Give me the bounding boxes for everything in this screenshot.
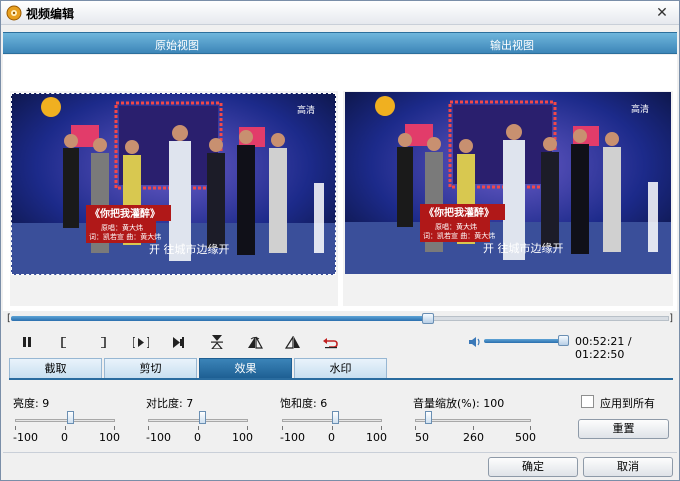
- caption-song: 《你把我灌醉》: [90, 207, 160, 220]
- volume-scale-handle[interactable]: [424, 411, 432, 424]
- flip-horizontal-icon[interactable]: [245, 333, 265, 351]
- playback-controls: 00:52:21 / 01:22:50: [1, 331, 679, 361]
- brightness-mid: 0: [61, 431, 68, 444]
- caption-lyric: 开 往城市边缘开: [483, 241, 564, 255]
- rotate-icon[interactable]: [283, 333, 303, 351]
- footer-divider: [3, 452, 677, 453]
- caption-credits-2: 词：凯若宣 曲：黄大炜: [423, 231, 495, 240]
- brightness-tick-mid: [65, 426, 66, 430]
- next-frame-icon[interactable]: [131, 333, 151, 351]
- seek-bar[interactable]: [ ]: [7, 313, 673, 327]
- brightness-track[interactable]: [15, 419, 115, 422]
- caption-lyric: 开 往城市边缘开: [149, 242, 230, 256]
- saturation-max: 100: [366, 431, 387, 444]
- video-edit-dialog: 视频编辑 ✕ 原始视图 输出视图 《你把我灌醉》 原唱：黄大炜 词：凯若宣 曲：…: [0, 0, 680, 481]
- contrast-mid: 0: [194, 431, 201, 444]
- output-view-title: 输出视图: [490, 39, 534, 52]
- saturation-slider[interactable]: 饱和度: 6 -100 0 100: [280, 395, 400, 445]
- channel-badge: 高清: [297, 104, 315, 116]
- edit-tabs: 截取 剪切 效果 水印: [9, 358, 673, 379]
- contrast-tick-mid: [198, 426, 199, 430]
- original-video-frame[interactable]: 《你把我灌醉》 原唱：黄大炜 词：凯若宣 曲：黄大炜 开 往城市边缘开 高清: [11, 93, 336, 275]
- volume-slider-handle[interactable]: [557, 335, 569, 346]
- volume-slider-track[interactable]: [484, 339, 568, 343]
- volume-scale-slider[interactable]: 音量缩放(%): 100 50 260 500: [413, 395, 538, 445]
- cancel-button[interactable]: 取消: [583, 457, 673, 477]
- tab-2[interactable]: 效果: [199, 358, 292, 379]
- volume-scale-max: 500: [515, 431, 536, 444]
- skip-end-icon[interactable]: [169, 333, 189, 351]
- volume-scale-label: 音量缩放(%): 100: [413, 397, 505, 410]
- title-bar[interactable]: 视频编辑 ✕: [1, 1, 679, 25]
- apply-to-all-box[interactable]: [581, 395, 594, 408]
- original-video-scene: 《你把我灌醉》 原唱：黄大炜 词：凯若宣 曲：黄大炜 开 往城市边缘开 高清: [11, 93, 336, 275]
- contrast-max: 100: [232, 431, 253, 444]
- volume-scale-tick-mid: [473, 426, 474, 430]
- effects-panel: 亮度: 9 -100 0 100 对比度: 7 -100 0 100 饱和度: …: [3, 381, 677, 451]
- tab-underline: [9, 378, 673, 380]
- caption-credits-2: 词：凯若宣 曲：黄大炜: [89, 232, 161, 241]
- mark-in-icon[interactable]: [54, 333, 74, 351]
- volume-scale-mid: 260: [463, 431, 484, 444]
- window-title: 视频编辑: [26, 7, 75, 21]
- contrast-label: 对比度: 7: [146, 397, 194, 410]
- brightness-handle[interactable]: [66, 411, 74, 424]
- view-header-bar: 原始视图 输出视图: [3, 32, 677, 54]
- caption-credits-1: 原唱：黄大炜: [101, 223, 143, 232]
- undo-icon[interactable]: [321, 333, 341, 351]
- tab-3[interactable]: 水印: [294, 358, 387, 379]
- saturation-min: -100: [280, 431, 305, 444]
- caption-credits-1: 原唱：黄大炜: [435, 222, 477, 231]
- saturation-label: 饱和度: 6: [280, 397, 328, 410]
- original-view-title: 原始视图: [155, 39, 199, 52]
- ok-button[interactable]: 确定: [488, 457, 578, 477]
- pause-icon[interactable]: [17, 333, 37, 351]
- seek-track-remaining[interactable]: [427, 316, 669, 321]
- contrast-min: -100: [146, 431, 171, 444]
- saturation-tick-mid: [332, 426, 333, 430]
- seek-handle[interactable]: [421, 313, 434, 324]
- volume-icon[interactable]: [468, 335, 482, 349]
- output-video-frame[interactable]: 《你把我灌醉》 原唱：黄大炜 词：凯若宣 曲：黄大炜 开 往城市边缘开 高清: [345, 92, 671, 274]
- brightness-min: -100: [13, 431, 38, 444]
- brightness-label: 亮度: 9: [13, 397, 50, 410]
- app-icon: [6, 5, 22, 21]
- channel-badge: 高清: [631, 103, 649, 115]
- caption-song: 《你把我灌醉》: [424, 206, 494, 219]
- volume-scale-min: 50: [415, 431, 429, 444]
- apply-to-all-label: 应用到所有: [600, 397, 655, 410]
- volume-scale-track[interactable]: [415, 419, 531, 422]
- brightness-slider[interactable]: 亮度: 9 -100 0 100: [13, 395, 133, 445]
- saturation-handle[interactable]: [332, 411, 339, 424]
- contrast-handle[interactable]: [198, 411, 206, 424]
- output-video-scene: 《你把我灌醉》 原唱：黄大炜 词：凯若宣 曲：黄大炜 开 往城市边缘开 高清: [345, 92, 671, 274]
- tab-1[interactable]: 剪切: [104, 358, 197, 379]
- brightness-max: 100: [99, 431, 120, 444]
- mark-out-icon[interactable]: [93, 333, 113, 351]
- preview-area: 《你把我灌醉》 原唱：黄大炜 词：凯若宣 曲：黄大炜 开 往城市边缘开 高清 《…: [3, 55, 677, 311]
- reset-button[interactable]: 重置: [578, 419, 669, 439]
- close-button[interactable]: ✕: [653, 4, 671, 22]
- contrast-slider[interactable]: 对比度: 7 -100 0 100: [146, 395, 266, 445]
- seek-end-bracket-icon: ]: [669, 313, 673, 324]
- flip-vertical-icon[interactable]: [207, 333, 227, 351]
- saturation-mid: 0: [328, 431, 335, 444]
- tab-0[interactable]: 截取: [9, 358, 102, 379]
